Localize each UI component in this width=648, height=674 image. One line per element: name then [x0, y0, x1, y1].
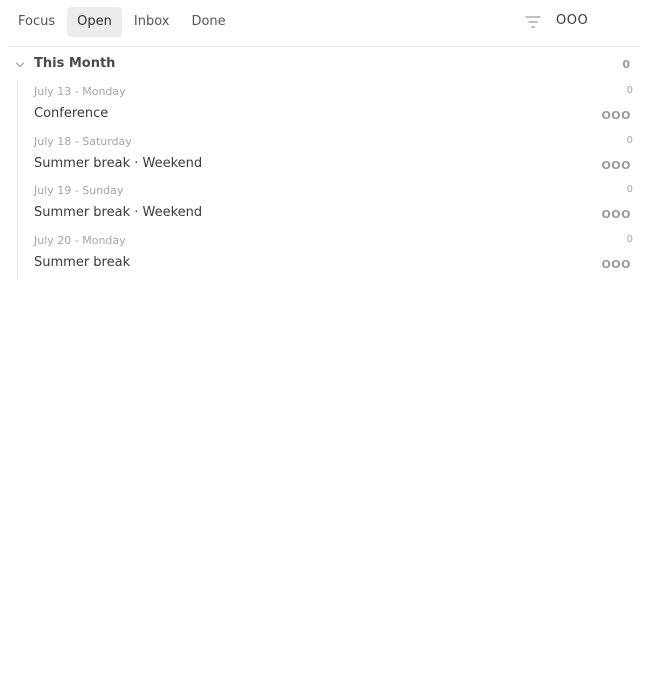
item-count: 0: [626, 184, 633, 196]
top-bar: Focus Open Inbox Done OOO: [0, 0, 648, 46]
item-date: July 20 - Monday: [34, 233, 126, 247]
list-item[interactable]: July 18 - Saturday 0 Summer break · Week…: [18, 131, 641, 181]
item-title: Summer break: [34, 254, 131, 270]
item-ooo-badge: OOO: [601, 158, 631, 172]
group-title: This Month: [34, 56, 116, 71]
list-item[interactable]: July 13 - Monday 0 Conference OOO: [18, 81, 641, 131]
chevron-down-icon[interactable]: [15, 61, 25, 69]
group-header-this-month[interactable]: This Month 0: [0, 55, 648, 75]
item-count: 0: [626, 134, 633, 146]
item-ooo-badge: OOO: [601, 109, 631, 122]
item-date: July 13 - Monday: [34, 85, 126, 98]
tab-inbox[interactable]: Inbox: [124, 7, 180, 37]
item-date: July 19 - Sunday: [34, 184, 124, 198]
event-list: July 13 - Monday 0 Conference OOO July 1…: [17, 81, 641, 280]
item-date: July 18 - Saturday: [34, 134, 132, 148]
tab-open[interactable]: Open: [67, 7, 122, 37]
filter-icon[interactable]: [525, 15, 541, 29]
list-item[interactable]: July 19 - Sunday 0 Summer break · Weeken…: [18, 180, 641, 230]
item-title: Summer break · Weekend: [34, 155, 203, 171]
view-tabs: Focus Open Inbox Done: [8, 7, 238, 37]
item-ooo-badge: OOO: [601, 257, 631, 271]
item-title: Summer break · Weekend: [34, 205, 203, 221]
item-count: 0: [626, 233, 633, 245]
header-divider: [8, 46, 640, 47]
item-ooo-badge: OOO: [601, 208, 631, 222]
list-item[interactable]: July 20 - Monday 0 Summer break OOO: [18, 230, 641, 280]
item-title: Conference: [34, 106, 109, 121]
tab-focus[interactable]: Focus: [8, 7, 65, 37]
tab-done[interactable]: Done: [181, 7, 235, 37]
group-count: 0: [622, 58, 630, 71]
item-count: 0: [626, 85, 633, 96]
ooo-toggle-button[interactable]: OOO: [556, 13, 588, 28]
